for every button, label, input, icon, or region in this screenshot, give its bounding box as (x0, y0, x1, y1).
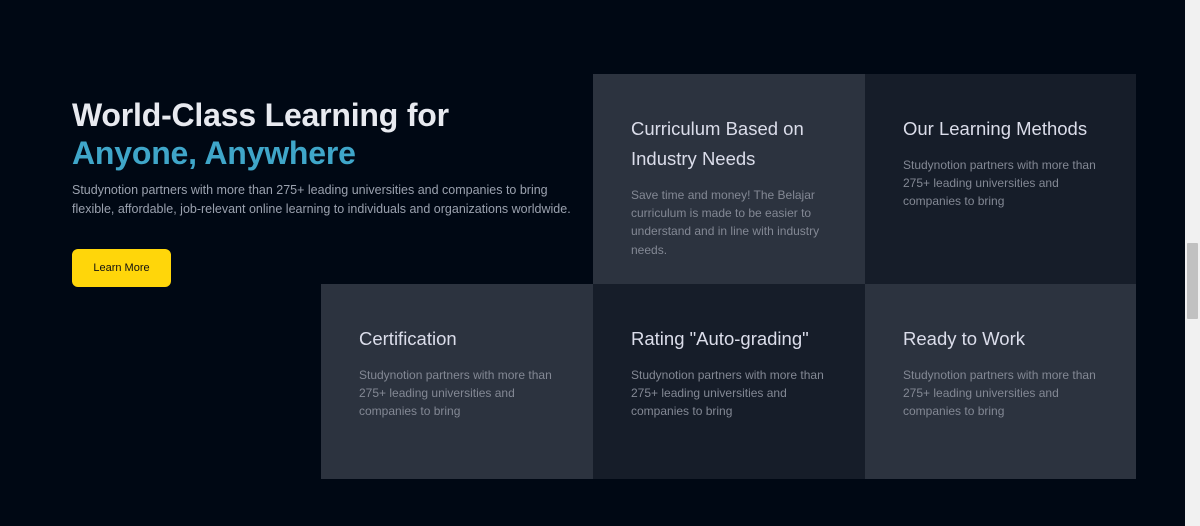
card-text: Studynotion partners with more than 275+… (903, 158, 1096, 209)
learning-grid-section: World-Class Learning for Anyone, Anywher… (0, 0, 1200, 526)
card-title: Rating "Auto-grading" (631, 328, 809, 349)
page-scrollbar[interactable] (1185, 0, 1200, 526)
section-description: Studynotion partners with more than 275+… (72, 183, 571, 216)
card-title: Ready to Work (903, 328, 1026, 349)
card-certification: Certification Studynotion partners with … (321, 284, 593, 479)
card-curriculum: Curriculum Based on Industry Needs Save … (593, 74, 865, 284)
heading-line-1: World-Class Learning for (72, 97, 449, 133)
card-title: Certification (359, 328, 457, 349)
card-text: Studynotion partners with more than 275+… (903, 368, 1096, 419)
heading-highlight: Anyone, Anywhere (72, 135, 356, 171)
card-title: Our Learning Methods (903, 118, 1088, 139)
card-learning-methods: Our Learning Methods Studynotion partner… (865, 74, 1136, 284)
card-ready-to-work: Ready to Work Studynotion partners with … (865, 284, 1136, 479)
card-text: Save time and money! The Belajar curricu… (631, 188, 820, 257)
learn-more-button[interactable]: Learn More (72, 249, 171, 287)
card-title: Curriculum Based on Industry Needs (631, 118, 804, 169)
scrollbar-thumb[interactable] (1187, 243, 1198, 319)
card-text: Studynotion partners with more than 275+… (631, 368, 824, 419)
card-auto-grading: Rating "Auto-grading" Studynotion partne… (593, 284, 865, 479)
card-text: Studynotion partners with more than 275+… (359, 368, 552, 419)
section-heading: World-Class Learning for Anyone, Anywher… (72, 96, 449, 172)
